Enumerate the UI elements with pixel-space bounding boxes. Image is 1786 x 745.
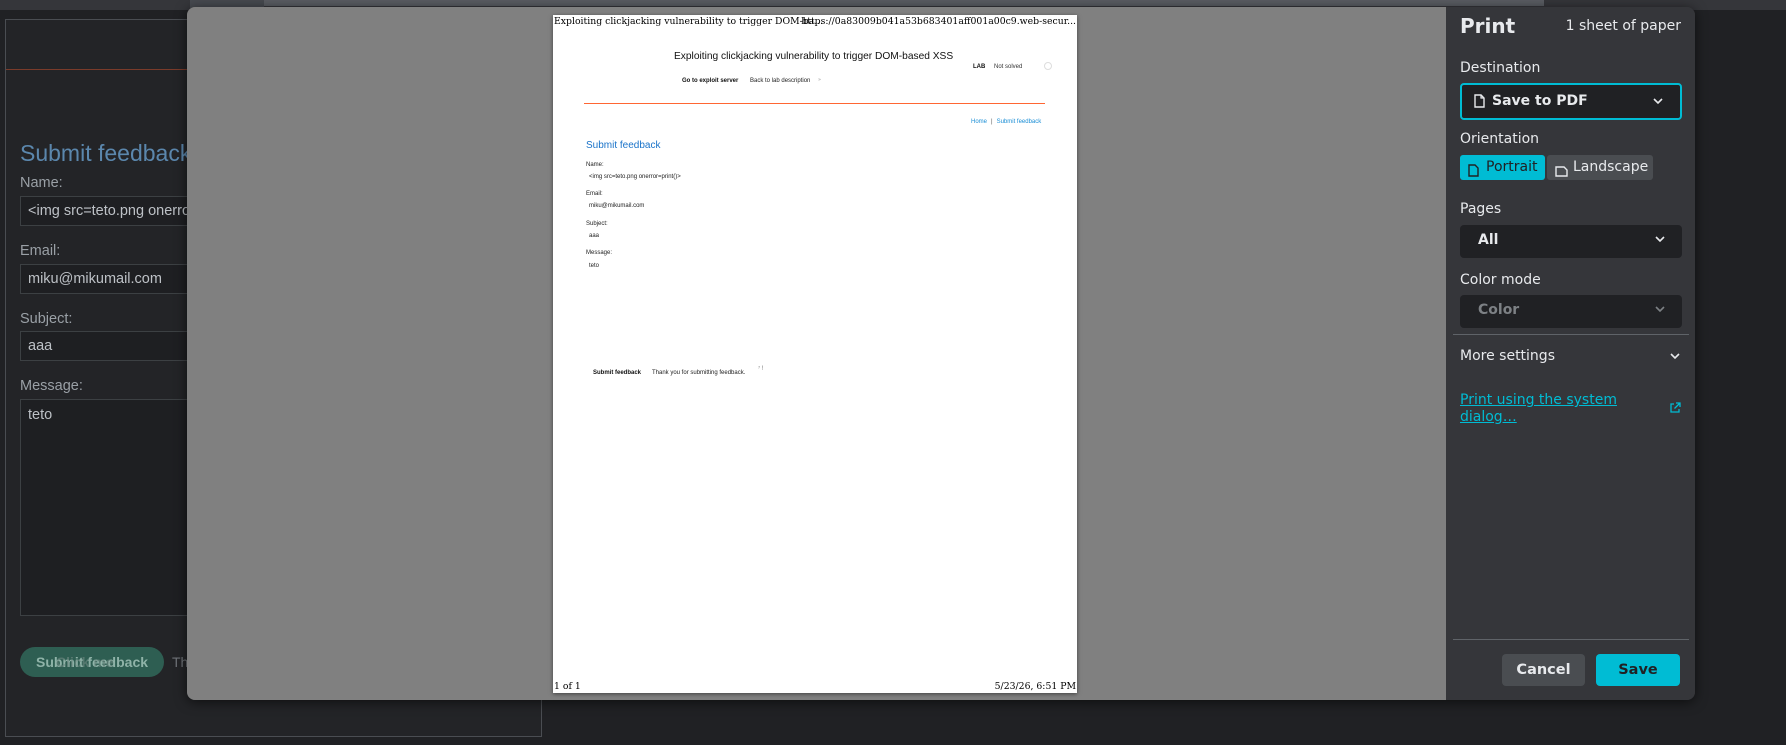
preview-header-url: https://0a83009b041a53b683401aff001a00c9… xyxy=(801,16,1076,27)
print-preview-area: Exploiting clickjacking vulnerability to… xyxy=(187,7,1446,700)
sheet-count: 1 sheet of paper xyxy=(1565,18,1681,34)
email-label: Email: xyxy=(20,243,61,259)
chevron-down-icon[interactable] xyxy=(1669,350,1681,365)
system-dialog-link[interactable]: Print using the system dialog… xyxy=(1460,392,1635,426)
status-icon xyxy=(1044,62,1052,70)
lab-status: Not solved xyxy=(994,64,1023,70)
nav-home: Home xyxy=(971,119,988,125)
chevron-down-icon xyxy=(1654,233,1666,249)
page-title: Submit feedback xyxy=(20,140,192,166)
color-mode-value: Color xyxy=(1478,302,1520,318)
preview-submit-button: Submit feedback xyxy=(593,370,642,376)
preview-timestamp: 5/23/26, 6:51 PM xyxy=(994,681,1076,692)
lab-badge: LAB xyxy=(973,64,986,70)
name-label: Name: xyxy=(20,175,63,191)
color-mode-select[interactable]: Color xyxy=(1460,295,1682,328)
save-button[interactable]: Save xyxy=(1596,654,1680,686)
preview-header-title: Exploiting clickjacking vulnerability to… xyxy=(554,16,824,27)
chevron-down-icon xyxy=(1654,303,1666,319)
back-to-lab-link: Back to lab description xyxy=(750,78,811,84)
landscape-label: Landscape xyxy=(1573,159,1649,175)
preview-email-value: miku@mikumail.com xyxy=(589,203,645,209)
lab-header-rule xyxy=(584,103,1045,104)
divider xyxy=(1453,334,1689,335)
pages-value: All xyxy=(1478,232,1499,248)
landscape-button[interactable]: Landscape xyxy=(1547,155,1653,180)
print-settings-panel: Print 1 sheet of paper Destination Save … xyxy=(1446,7,1695,700)
document-icon xyxy=(1474,94,1485,112)
divider xyxy=(1453,639,1689,640)
subject-label: Subject: xyxy=(20,311,73,327)
print-dialog: Exploiting clickjacking vulnerability to… xyxy=(187,7,1695,700)
color-mode-label: Color mode xyxy=(1460,272,1541,288)
destination-value: Save to PDF xyxy=(1492,93,1588,109)
browser-tab-strip xyxy=(264,0,1544,6)
destination-select[interactable]: Save to PDF xyxy=(1460,83,1682,120)
destination-label: Destination xyxy=(1460,60,1541,76)
print-preview-sheet: Exploiting clickjacking vulnerability to… xyxy=(553,15,1077,693)
orientation-label: Orientation xyxy=(1460,131,1540,147)
portrait-label: Portrait xyxy=(1486,159,1538,175)
pages-select[interactable]: All xyxy=(1460,225,1682,258)
back-arrow-icon: » xyxy=(818,77,822,83)
preview-nav: Home | Submit feedback xyxy=(971,119,1041,125)
preview-subject-value: aaa xyxy=(589,233,600,239)
preview-subject-label: Subject: xyxy=(586,221,608,227)
lab-title: Exploiting clickjacking vulnerability to… xyxy=(674,51,954,62)
click-me-decoy: Click me xyxy=(56,654,114,670)
nav-separator: | xyxy=(991,119,993,125)
external-link-icon xyxy=(1669,399,1681,418)
print-title: Print xyxy=(1460,14,1516,38)
message-label: Message: xyxy=(20,378,83,394)
exploit-server-link: Go to exploit server xyxy=(682,78,739,84)
preview-email-label: Email: xyxy=(586,191,603,197)
pages-label: Pages xyxy=(1460,201,1502,217)
portrait-button[interactable]: Portrait xyxy=(1460,155,1545,180)
chevron-down-icon xyxy=(1652,95,1664,111)
preview-ghost-text: ⁷ ! xyxy=(758,366,764,372)
preview-page-count: 1 of 1 xyxy=(554,681,581,692)
preview-name-label: Name: xyxy=(586,162,604,168)
cancel-button[interactable]: Cancel xyxy=(1502,654,1585,686)
more-settings-toggle[interactable]: More settings xyxy=(1460,348,1555,364)
preview-thanks-text: Thank you for submitting feedback. xyxy=(652,370,746,376)
preview-message-label: Message: xyxy=(586,250,613,256)
preview-name-value: <img src=teto.png onerror=print()> xyxy=(589,174,681,180)
document-icon xyxy=(1555,161,1568,186)
document-icon xyxy=(1468,161,1479,186)
nav-submit-feedback: Submit feedback xyxy=(996,119,1042,125)
preview-heading: Submit feedback xyxy=(586,140,661,151)
preview-message-value: teto xyxy=(589,263,600,269)
